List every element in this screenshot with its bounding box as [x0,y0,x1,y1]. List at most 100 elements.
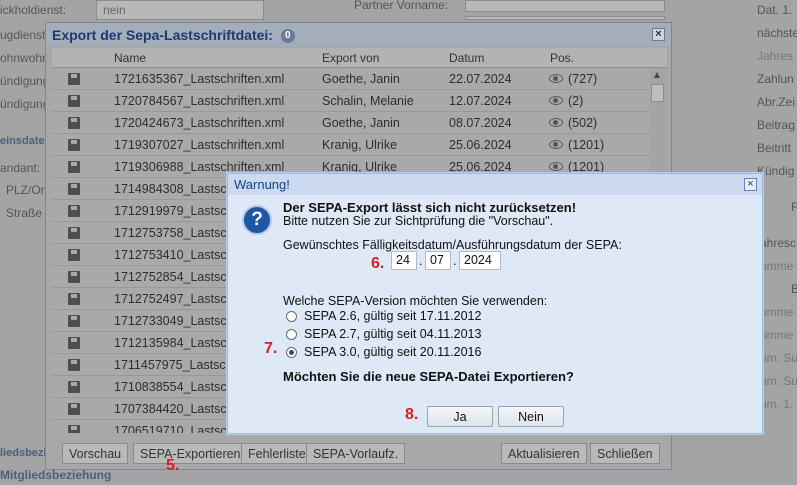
floppy-disk-icon[interactable] [68,139,80,151]
step-marker-8: 8. [405,406,419,423]
sepa-version-radio[interactable] [286,311,297,322]
floppy-disk-icon[interactable] [68,161,80,173]
bg-label: PLZ/Or [6,183,45,197]
bg-label: Straße [6,206,43,220]
row-file-name: 1720784567_Lastschriften.xml [114,94,285,108]
eye-icon[interactable] [549,74,563,83]
floppy-disk-icon[interactable] [68,73,80,85]
day-input[interactable]: 24 [391,251,417,270]
bg-label: umme [760,259,794,273]
row-file-name: 1712135984_Lastsc [114,336,227,350]
floppy-disk-icon[interactable] [68,271,80,283]
bg-label: um. 1. [760,397,794,411]
floppy-disk-icon[interactable] [68,315,80,327]
sepa-export-button[interactable]: SEPA-Exportieren [133,443,248,464]
date-separator: . [419,253,423,268]
bg-section-title: Mitgliedsbeziehung [0,468,112,482]
floppy-disk-icon[interactable] [68,95,80,107]
bg-label: um. Sum [760,351,797,365]
column-header-name[interactable]: Name [114,51,146,65]
warning-dialog: Warnung! × ? Der SEPA-Export lässt sich … [227,173,763,434]
close-icon[interactable]: × [652,28,665,41]
ja-button[interactable]: Ja [427,406,493,427]
floppy-disk-icon[interactable] [68,227,80,239]
row-file-name: 1712733049_Lastsc [114,314,227,328]
row-file-name: 1712753410_Lastsc [114,248,227,262]
bg-label: andant: [0,161,41,175]
row-file-name: 1707384420_Lastsc [114,402,227,416]
floppy-disk-icon[interactable] [68,403,80,415]
nein-button[interactable]: Nein [498,406,564,427]
floppy-disk-icon[interactable] [68,117,80,129]
sepa-version-label[interactable]: SEPA 2.7, gültig seit 04.11.2013 [304,327,481,341]
row-file-name: 1720424673_Lastschriften.xml [114,116,285,130]
close-icon[interactable]: × [744,178,757,191]
bg-label: ündigung [0,74,50,88]
floppy-disk-icon[interactable] [68,337,80,349]
row-date: 22.07.2024 [449,72,512,86]
step-marker-6: 6. [371,255,385,272]
bg-field[interactable]: nein [96,0,264,20]
bg-label: B [791,282,797,296]
sepa-version-label[interactable]: SEPA 2.6, gültig seit 17.11.2012 [304,309,481,323]
row-file-name: 1712752497_Lastsc [114,292,227,306]
row-file-name: 1706519710_Lastsc [114,424,227,433]
row-date: 25.06.2024 [449,160,512,174]
bg-label: ündigung [0,97,50,111]
bg-label: Beitritt [757,141,792,155]
scroll-thumb[interactable] [651,84,664,102]
sepa-version-radio[interactable] [286,347,297,358]
month-input[interactable]: 07 [425,251,451,270]
vorschau-button[interactable]: Vorschau [62,443,129,464]
row-file-name: 1710838554_Lastsc [114,380,227,394]
table-row[interactable]: 1719307027_Lastschriften.xml Kranig, Ulri… [52,134,650,156]
grid-header: Name Export von Datum Pos. [52,48,667,68]
floppy-disk-icon[interactable] [68,381,80,393]
export-window-title: Export der Sepa-Lastschriftdatei: 0 × [46,23,671,46]
eye-icon[interactable] [549,140,563,149]
table-row[interactable]: 1720784567_Lastschriften.xml Schalin, Mel… [52,90,650,112]
sepa-version-radio[interactable] [286,329,297,340]
eye-icon[interactable] [549,96,563,105]
date-label: Gewünschtes Fälligkeitsdatum/Ausführungs… [283,238,622,252]
bg-label: Beitrag [757,118,796,132]
bg-section-title: einsdaten [0,135,52,147]
floppy-disk-icon[interactable] [68,183,80,195]
row-date: 08.07.2024 [449,116,512,130]
bg-field[interactable] [465,0,665,12]
row-export-by: Kranig, Ulrike [322,160,398,174]
dialog-question: Möchten Sie die neue SEPA-Datei Exportie… [283,369,574,384]
table-row[interactable]: 1721635367_Lastschriften.xml Goethe, Jani… [52,68,650,90]
column-header-datum[interactable]: Datum [449,51,484,65]
column-header-export-von[interactable]: Export von [322,51,379,65]
eye-icon[interactable] [549,118,563,127]
row-file-name: 1712753758_Lastsc [114,226,227,240]
fehlerliste-button[interactable]: Fehlerliste [241,443,313,464]
row-file-name: 1712919979_Lastsc [114,204,227,218]
floppy-disk-icon[interactable] [68,293,80,305]
scroll-up-icon[interactable]: ▲ [652,70,662,81]
row-pos-count: (2) [568,94,584,108]
row-pos-count: (727) [568,72,598,86]
floppy-disk-icon[interactable] [68,249,80,261]
table-row[interactable]: 1720424673_Lastschriften.xml Goethe, Jani… [52,112,650,134]
row-export-by: Goethe, Janin [322,116,400,130]
floppy-disk-icon[interactable] [68,205,80,217]
year-input[interactable]: 2024 [459,251,501,270]
bg-field[interactable] [465,16,665,20]
schliessen-button[interactable]: Schließen [590,443,660,464]
bg-field-value: nein [103,3,126,17]
bg-label: umme [760,305,794,319]
date-separator: . [453,253,457,268]
row-file-name: 1721635367_Lastschriften.xml [114,72,285,86]
floppy-disk-icon[interactable] [68,425,80,433]
bg-label: um. Sum [760,374,797,388]
eye-icon[interactable] [549,162,563,171]
sepa-vorlauf-button[interactable]: SEPA-Vorlaufz. [306,443,406,464]
aktualisieren-button[interactable]: Aktualisieren [501,443,587,464]
bg-label: nächste [757,26,797,40]
column-header-pos[interactable]: Pos. [550,51,574,65]
floppy-disk-icon[interactable] [68,359,80,371]
step-marker-5: 5. [166,457,180,474]
sepa-version-label[interactable]: SEPA 3.0, gültig seit 20.11.2016 [304,345,481,359]
